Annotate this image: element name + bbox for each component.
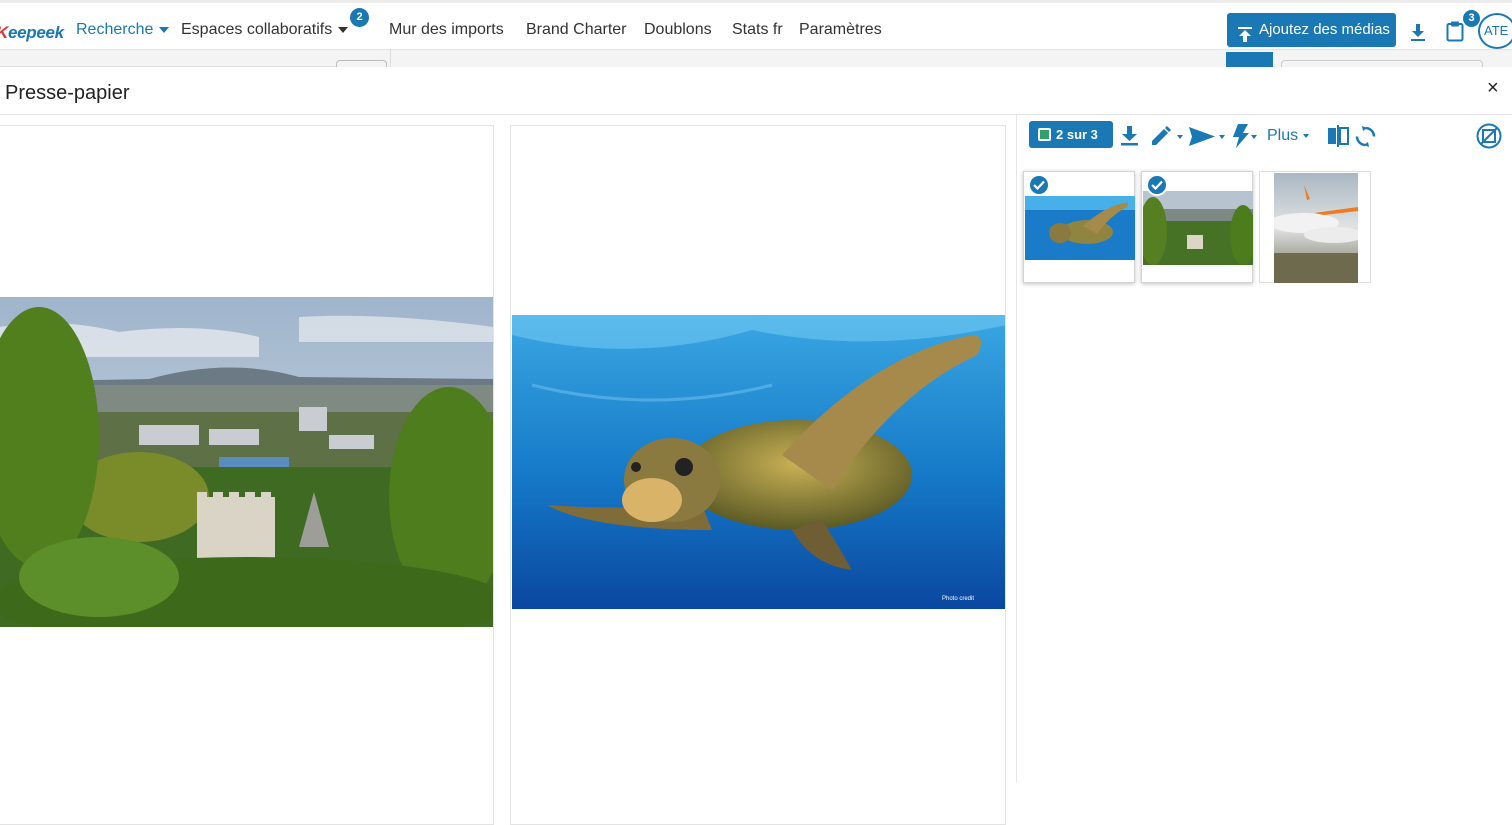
panel-header: Presse-papier × bbox=[0, 67, 1512, 115]
download-icon[interactable] bbox=[1410, 24, 1426, 46]
clipboard-panel: Presse-papier × Photo credit 2 sur 3 Plu… bbox=[0, 67, 1512, 825]
thumbnail-item[interactable] bbox=[1141, 171, 1253, 283]
compare-icon[interactable] bbox=[1327, 125, 1349, 152]
nav-stats[interactable]: Stats fr bbox=[732, 21, 783, 39]
nav-parametres[interactable]: Paramètres bbox=[799, 21, 882, 39]
nav-brand-charter[interactable]: Brand Charter bbox=[526, 21, 627, 39]
app-logo[interactable]: Keepeek bbox=[0, 23, 64, 43]
castle-landscape-image bbox=[0, 297, 493, 627]
nav-recherche[interactable]: Recherche bbox=[76, 21, 170, 39]
airplane-wing-thumbnail bbox=[1274, 173, 1358, 283]
more-menu[interactable]: Plus bbox=[1267, 127, 1310, 145]
notification-badge: 2 bbox=[350, 8, 369, 27]
chevron-down-icon bbox=[1303, 133, 1310, 138]
thumbnail-item[interactable] bbox=[1259, 171, 1371, 283]
background-toolbar bbox=[0, 50, 1512, 69]
user-avatar[interactable]: ATE bbox=[1478, 13, 1512, 49]
sea-turtle-thumbnail bbox=[1025, 196, 1135, 260]
chevron-down-icon[interactable] bbox=[1219, 135, 1225, 139]
nav-recherche-label: Recherche bbox=[76, 21, 154, 38]
more-label: Plus bbox=[1267, 127, 1299, 144]
nav-doublons[interactable]: Doublons bbox=[644, 21, 712, 39]
chevron-down-icon bbox=[338, 26, 349, 33]
divider bbox=[390, 50, 391, 67]
chevron-down-icon bbox=[159, 26, 170, 33]
refresh-icon[interactable] bbox=[1355, 126, 1376, 152]
pencil-icon[interactable] bbox=[1150, 125, 1172, 152]
media-viewer-left[interactable] bbox=[0, 125, 494, 825]
media-viewer-right[interactable]: Photo credit bbox=[510, 125, 1006, 825]
checkmark-icon[interactable] bbox=[1146, 174, 1168, 196]
download-icon[interactable] bbox=[1120, 126, 1139, 151]
panel-title: Presse-papier bbox=[5, 82, 130, 104]
add-media-label: Ajoutez des médias bbox=[1259, 21, 1390, 38]
photo-watermark: Photo credit bbox=[942, 596, 974, 602]
nav-mur-des-imports[interactable]: Mur des imports bbox=[389, 21, 504, 39]
hide-image-icon[interactable] bbox=[1476, 123, 1502, 154]
checkmark-icon[interactable] bbox=[1028, 174, 1050, 196]
panel-divider bbox=[1016, 115, 1017, 782]
sea-turtle-image: Photo credit bbox=[512, 315, 1005, 609]
top-navigation: Keepeek Recherche Espaces collaboratifs … bbox=[0, 0, 1512, 50]
selection-count-label: 2 sur 3 bbox=[1056, 127, 1098, 142]
close-icon[interactable]: × bbox=[1487, 77, 1499, 100]
selection-toggle-button[interactable]: 2 sur 3 bbox=[1029, 121, 1113, 148]
clipboard-count-badge: 3 bbox=[1463, 10, 1480, 27]
nav-espaces-collaboratifs[interactable]: Espaces collaboratifs bbox=[181, 21, 349, 39]
logo-prefix: K bbox=[0, 23, 8, 42]
lightning-icon[interactable] bbox=[1233, 124, 1249, 153]
background-button bbox=[1226, 52, 1273, 67]
nav-espaces-label: Espaces collaboratifs bbox=[181, 21, 333, 38]
chevron-down-icon[interactable] bbox=[1251, 135, 1257, 139]
checkbox-icon bbox=[1038, 128, 1051, 141]
castle-landscape-thumbnail bbox=[1143, 191, 1253, 265]
send-icon[interactable] bbox=[1189, 127, 1215, 151]
thumbnail-item[interactable] bbox=[1023, 171, 1135, 283]
clipboard-icon[interactable] bbox=[1446, 21, 1464, 47]
logo-rest: eepeek bbox=[7, 23, 64, 42]
add-media-button[interactable]: Ajoutez des médias bbox=[1227, 13, 1396, 47]
chevron-down-icon[interactable] bbox=[1177, 135, 1183, 139]
